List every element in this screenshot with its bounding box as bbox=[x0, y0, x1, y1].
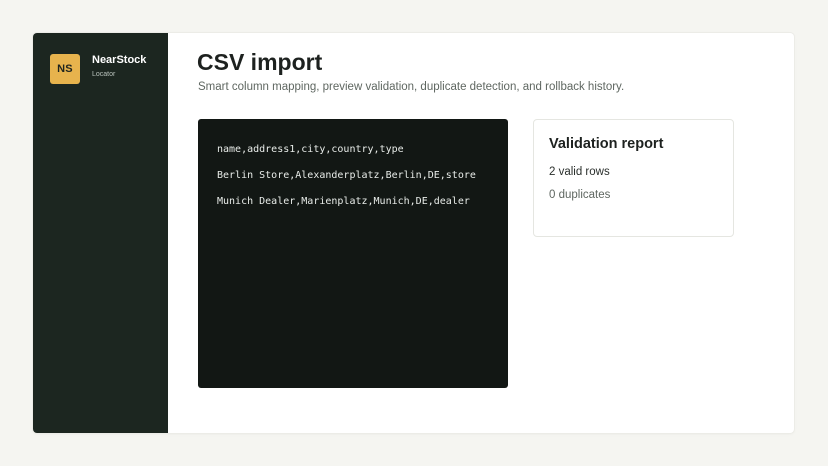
validation-report-title: Validation report bbox=[549, 136, 664, 152]
csv-editor[interactable]: name,address1,city,country,type Berlin S… bbox=[198, 119, 508, 388]
csv-data-line: Berlin Store,Alexanderplatz,Berlin,DE,st… bbox=[217, 170, 476, 181]
csv-header-line: name,address1,city,country,type bbox=[217, 144, 404, 155]
validation-report-card: Validation report 2 valid rows 0 duplica… bbox=[533, 119, 734, 237]
sidebar: NS NearStock Locator bbox=[33, 33, 168, 433]
csv-data-line: Munich Dealer,Marienplatz,Munich,DE,deal… bbox=[217, 196, 470, 207]
main-content: CSV import Smart column mapping, preview… bbox=[168, 33, 794, 433]
app-window: NS NearStock Locator CSV import Smart co… bbox=[33, 33, 794, 433]
valid-rows-count: 2 valid rows bbox=[549, 166, 610, 178]
page-title: CSV import bbox=[197, 49, 323, 75]
brand-name: NearStock bbox=[92, 54, 147, 66]
brand-subtitle: Locator bbox=[92, 71, 116, 78]
page-subtitle: Smart column mapping, preview validation… bbox=[198, 81, 625, 93]
brand-logo-badge[interactable]: NS bbox=[50, 54, 80, 84]
duplicates-count: 0 duplicates bbox=[549, 189, 611, 201]
